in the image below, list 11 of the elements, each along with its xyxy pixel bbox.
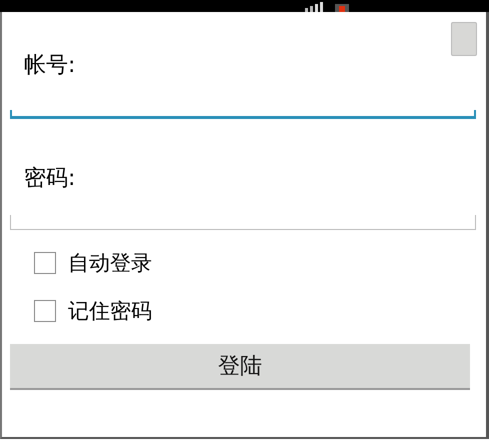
signal-icon bbox=[305, 2, 323, 12]
input-field[interactable] bbox=[10, 110, 476, 119]
checkbox[interactable] bbox=[34, 300, 56, 322]
field-label: 帐号: bbox=[24, 52, 76, 80]
input-field[interactable] bbox=[10, 215, 476, 230]
checkbox-label[interactable]: 记住密码 bbox=[68, 297, 152, 325]
checkbox-label[interactable]: 自动登录 bbox=[68, 249, 152, 277]
login-button[interactable]: 登陆 bbox=[10, 344, 470, 390]
field-label: 密码: bbox=[24, 165, 76, 193]
checkbox[interactable] bbox=[34, 252, 56, 274]
battery-icon bbox=[335, 4, 349, 12]
